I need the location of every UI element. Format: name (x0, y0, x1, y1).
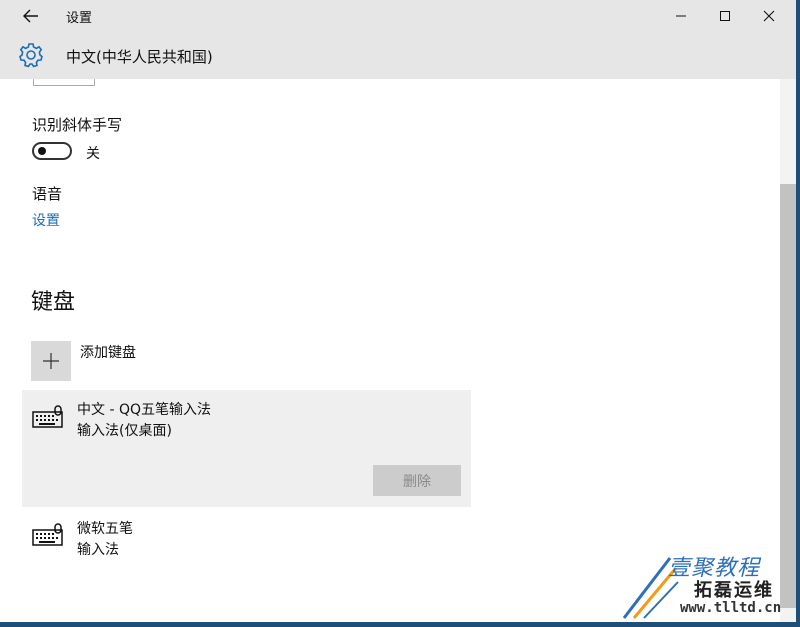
close-icon (763, 10, 775, 22)
keyboard-icon (32, 523, 63, 546)
partial-box (33, 79, 95, 86)
keyboard-section-title: 键盘 (31, 290, 76, 315)
maximize-button[interactable] (702, 0, 748, 32)
watermark-line2: 拓磊运维 (694, 580, 774, 601)
add-keyboard-label[interactable]: 添加键盘 (80, 342, 136, 362)
keyboard-item-name: 中文 - QQ五笔输入法 (77, 402, 211, 418)
maximize-icon (720, 11, 730, 21)
handwriting-toggle[interactable] (32, 142, 72, 160)
close-button[interactable] (746, 0, 792, 32)
scrollbar-thumb[interactable] (780, 184, 796, 608)
toggle-knob (38, 147, 46, 155)
toggle-state-label: 关 (86, 146, 100, 162)
minimize-icon (676, 15, 686, 17)
keyboard-item-subtitle: 输入法(仅桌面) (77, 423, 172, 439)
keyboard-item-qq-wubi[interactable]: 中文 - QQ五笔输入法 输入法(仅桌面) 删除 (22, 390, 471, 507)
gear-icon (19, 43, 43, 68)
remove-button[interactable]: 删除 (373, 465, 461, 496)
page-header: 中文(中华人民共和国) (0, 32, 796, 79)
speech-label: 语音 (32, 185, 63, 203)
plus-icon (43, 353, 59, 369)
keyboard-item-ms-wubi[interactable]: 微软五笔 输入法 (22, 514, 471, 564)
watermark: 壹聚教程 拓磊运维 www.tlltd.cn (620, 548, 796, 622)
taskbar-edge (0, 622, 800, 627)
keyboard-icon (32, 405, 63, 428)
window-title: 设置 (66, 11, 93, 26)
arrow-left-icon (23, 9, 38, 23)
settings-window: 设置 中文(中华人民共和国) 识别斜体手写 关 语音 设置 键盘 添加键盘 中文… (0, 0, 796, 622)
page-title: 中文(中华人民共和国) (66, 48, 213, 66)
keyboard-item-subtitle: 输入法 (77, 542, 119, 558)
settings-content: 识别斜体手写 关 语音 设置 键盘 添加键盘 中文 - QQ五笔输入法 输入法(… (0, 79, 780, 622)
handwriting-label: 识别斜体手写 (32, 116, 123, 134)
title-bar: 设置 (0, 0, 796, 32)
minimize-button[interactable] (658, 0, 704, 32)
speech-settings-link[interactable]: 设置 (32, 210, 60, 230)
back-button[interactable] (14, 4, 48, 28)
add-keyboard-button[interactable] (31, 341, 71, 381)
keyboard-item-name: 微软五笔 (77, 521, 133, 537)
watermark-line3: www.tlltd.cn (680, 600, 782, 616)
